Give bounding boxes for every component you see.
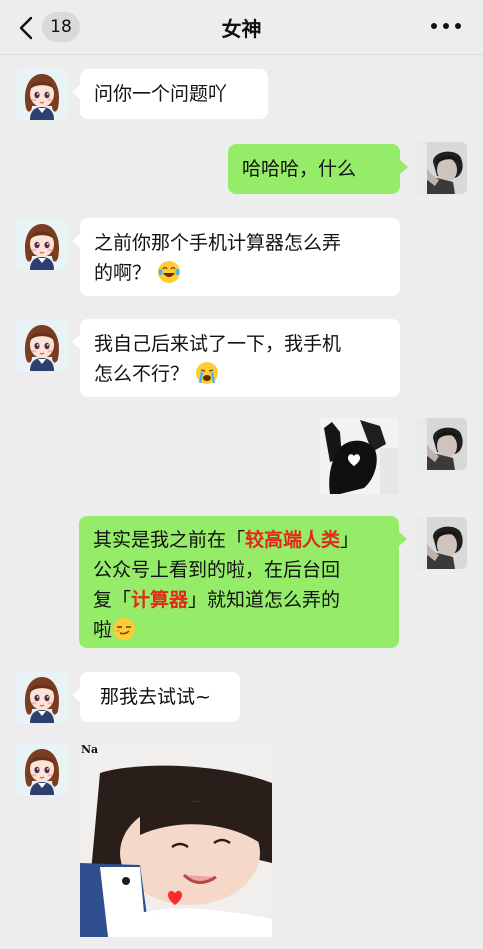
avatar[interactable] bbox=[16, 218, 68, 270]
sticker-corner-text: Na bbox=[81, 743, 99, 756]
message-text-line: 之前你那个手机计算器怎么弄 bbox=[94, 232, 342, 254]
message-text: 哈哈哈，什么 bbox=[242, 158, 357, 180]
sticker-image[interactable] bbox=[320, 418, 398, 494]
message-text: 」就知道怎么弄的 bbox=[188, 589, 341, 611]
sly-smile-emoji bbox=[112, 617, 136, 641]
message-bubble[interactable]: 之前你那个手机计算器怎么弄 的啊？ bbox=[72, 218, 400, 296]
crying-emoji bbox=[195, 361, 219, 385]
avatar[interactable] bbox=[415, 142, 467, 194]
message-text-line: 的啊？ bbox=[94, 262, 152, 284]
more-dots-icon[interactable] bbox=[431, 23, 461, 31]
avatar[interactable] bbox=[415, 418, 467, 470]
chat-header: 18 女神 bbox=[0, 0, 483, 55]
message-bubble[interactable]: 我自己后来试了一下，我手机 怎么不行？ bbox=[72, 319, 400, 397]
message-text: 」 bbox=[340, 529, 360, 551]
message-bubble[interactable]: 那我去试试~ bbox=[72, 672, 240, 722]
message-text: 那我去试试~ bbox=[100, 686, 211, 708]
highlighted-account-name: 较高端人类 bbox=[245, 529, 341, 551]
laughing-tears-emoji bbox=[157, 260, 181, 284]
message-text-line: 怎么不行？ bbox=[94, 363, 190, 385]
sticker-caption: 爱你 bbox=[147, 911, 193, 937]
message-bubble[interactable]: 其实是我之前在「较高端人类」 公众号上看到的啦，在后台回 复「计算器」就知道怎么… bbox=[79, 516, 407, 648]
message-text: 其实是我之前在「 bbox=[93, 529, 246, 551]
highlighted-keyword: 计算器 bbox=[131, 589, 189, 611]
avatar[interactable] bbox=[415, 517, 467, 569]
message-text: 问你一个问题吖 bbox=[94, 83, 228, 105]
message-text: 复「 bbox=[93, 589, 132, 611]
message-bubble[interactable]: 问你一个问题吖 bbox=[72, 69, 268, 119]
message-text-line: 公众号上看到的啦，在后台回 bbox=[93, 559, 341, 581]
sticker-image[interactable]: Na 爱你 bbox=[80, 743, 272, 937]
message-text-line: 啦 bbox=[93, 619, 113, 641]
avatar[interactable] bbox=[16, 671, 68, 723]
chat-title: 女神 bbox=[221, 17, 262, 41]
message-text-line: 我自己后来试了一下，我手机 bbox=[94, 333, 342, 355]
avatar[interactable] bbox=[16, 319, 68, 371]
avatar[interactable] bbox=[16, 743, 68, 795]
message-bubble[interactable]: 哈哈哈，什么 bbox=[228, 144, 408, 194]
avatar[interactable] bbox=[16, 68, 68, 120]
